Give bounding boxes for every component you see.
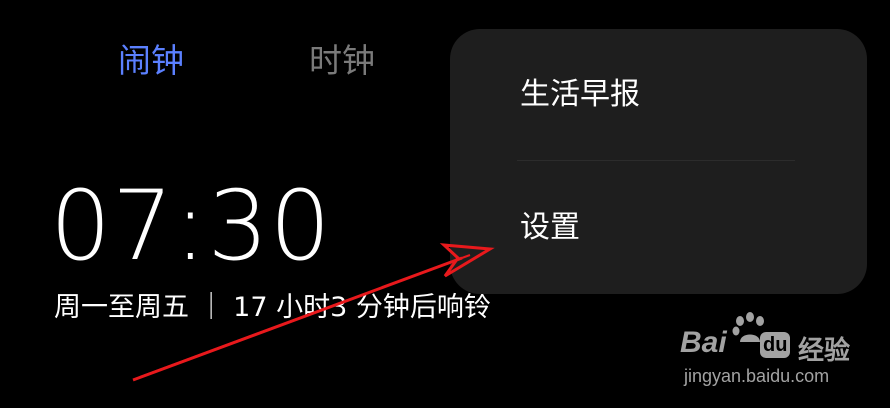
alarm-repeat-description: 周一至周五 ｜ 17 小时3 分钟后响铃 [54,292,491,323]
watermark-brand-bai: Bai [680,326,727,359]
menu-item-label: 生活早报 [520,77,640,112]
alarm-time: 07:30 [50,170,332,282]
overflow-menu: 生活早报 设置 [450,29,867,294]
menu-item-daily-brief[interactable]: 生活早报 [450,41,867,151]
menu-item-settings[interactable]: 设置 [450,174,867,284]
watermark-url: jingyan.baidu.com [684,366,830,386]
tab-alarm[interactable]: 闹钟 [118,38,184,84]
menu-divider [517,160,795,161]
watermark-brand-du: du [760,332,791,358]
tab-clock[interactable]: 时钟 [309,38,375,84]
watermark-brand-jingyan: 经验 [798,336,851,366]
menu-item-label: 设置 [520,210,580,245]
baidu-jingyan-watermark: Bai du 经验 jingyan.baidu.com [680,312,860,392]
